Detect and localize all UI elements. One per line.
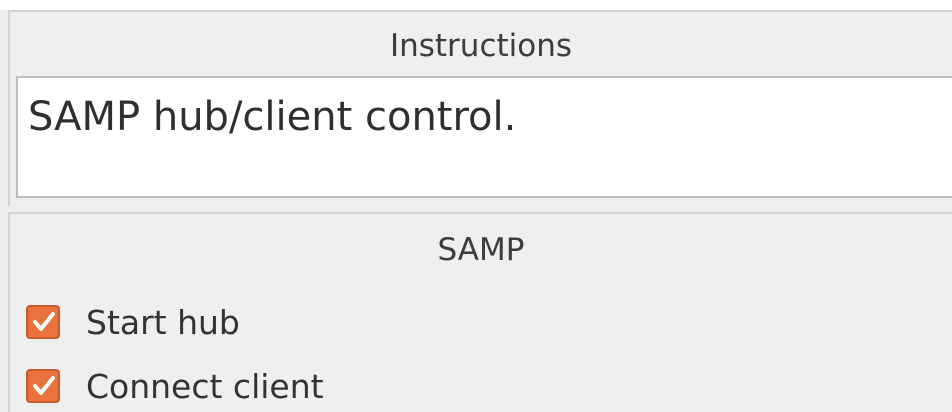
top-strip xyxy=(0,0,952,10)
instructions-text-area[interactable]: SAMP hub/client control. xyxy=(16,76,952,198)
connect-client-option[interactable]: Connect client xyxy=(26,364,324,408)
samp-group: SAMP Start hub Connect client xyxy=(8,212,952,412)
samp-panel-window: Instructions SAMP hub/client control. SA… xyxy=(0,0,952,412)
instructions-text: SAMP hub/client control. xyxy=(28,94,517,140)
connect-client-checkbox[interactable] xyxy=(26,369,60,403)
samp-title: SAMP xyxy=(437,232,525,268)
instructions-group: Instructions SAMP hub/client control. xyxy=(8,10,952,206)
connect-client-label: Connect client xyxy=(86,366,324,406)
instructions-title: Instructions xyxy=(389,28,573,64)
checkmark-icon xyxy=(33,312,55,331)
start-hub-option[interactable]: Start hub xyxy=(26,300,240,344)
start-hub-label: Start hub xyxy=(86,302,240,342)
start-hub-checkbox[interactable] xyxy=(26,305,60,339)
checkmark-icon xyxy=(33,376,55,395)
